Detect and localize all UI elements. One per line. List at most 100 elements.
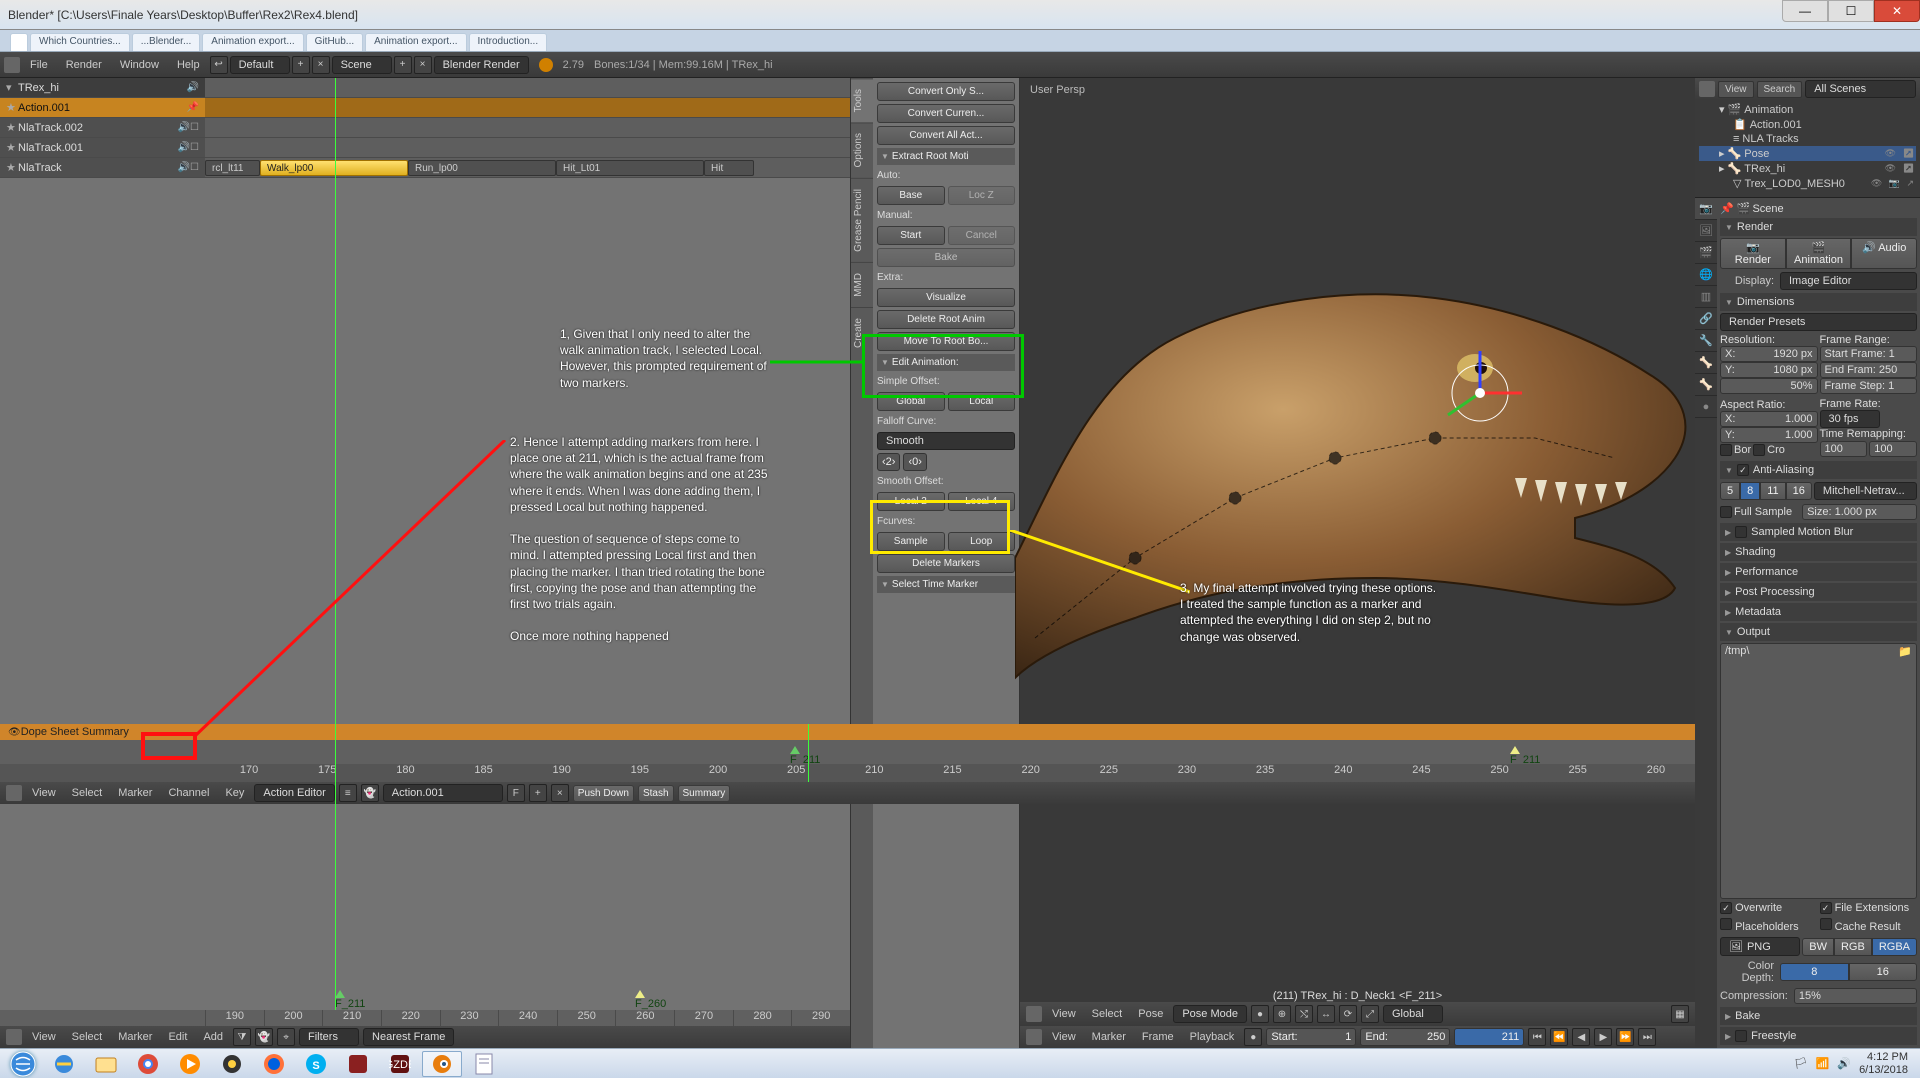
shading-panel[interactable]: Shading (1720, 543, 1917, 561)
aspect-x[interactable]: X:1.000 (1720, 411, 1818, 427)
task-gear[interactable] (212, 1051, 252, 1077)
seg-a-field[interactable]: ‹2› (877, 453, 900, 471)
pose-menu[interactable]: Pose (1132, 1006, 1169, 1022)
browser-tab[interactable]: Animation export... (202, 33, 303, 51)
outliner-item[interactable]: ▽Trex_LOD0_MESH0👁 📷 ↗ (1699, 176, 1916, 191)
convert-current-button[interactable]: Convert Curren... (877, 104, 1015, 123)
res-x-field[interactable]: X:1920 px (1720, 346, 1818, 362)
task-skype[interactable]: S (296, 1051, 336, 1077)
speaker-icon[interactable]: 🔊☐ (178, 122, 199, 133)
orientation-dropdown[interactable]: Global (1383, 1005, 1443, 1023)
aa-filter[interactable]: Mitchell-Netrav... (1814, 482, 1917, 500)
aa-panel[interactable]: Anti-Aliasing (1720, 461, 1917, 479)
nla-track-row[interactable]: ★NlaTrack.002🔊☐ (0, 118, 205, 138)
task-firefox[interactable] (254, 1051, 294, 1077)
proptab-layers[interactable]: 🖼 (1695, 220, 1717, 242)
rotate-icon[interactable]: ⟳ (1339, 1005, 1357, 1023)
task-ie[interactable] (44, 1051, 84, 1077)
aa-8[interactable]: 8 (1740, 482, 1760, 500)
snap-dropdown[interactable]: Nearest Frame (363, 1028, 454, 1046)
proptab-material[interactable]: ● (1695, 396, 1717, 418)
performance-panel[interactable]: Performance (1720, 563, 1917, 581)
tl-marker[interactable]: Marker (1086, 1029, 1132, 1045)
proptab-constraints[interactable]: 🔗 (1695, 308, 1717, 330)
depth-8[interactable]: 8 (1780, 963, 1849, 981)
play-rev-icon[interactable]: ◀ (1572, 1028, 1590, 1046)
res-pct-field[interactable]: 50% (1720, 378, 1818, 394)
metadata-panel[interactable]: Metadata (1720, 603, 1917, 621)
nla-strip[interactable]: Hit_Lt01 (556, 160, 704, 176)
dope-marker-2[interactable]: F_211 (1510, 746, 1540, 766)
audio-button[interactable]: 🔊 Audio (1851, 238, 1917, 269)
shading-solid-icon[interactable]: ● (1251, 1005, 1269, 1023)
translate-icon[interactable]: ↔ (1317, 1005, 1335, 1023)
start-frame-field[interactable]: Start Frame: 1 (1820, 346, 1918, 362)
tooltab-mmd[interactable]: MMD (851, 262, 873, 307)
del-layout[interactable]: × (312, 56, 330, 74)
dope-key[interactable]: Key (219, 785, 250, 801)
browser-tab[interactable]: ...Blender... (132, 33, 201, 51)
tl-playback[interactable]: Playback (1184, 1029, 1241, 1045)
speaker-icon[interactable]: 🔊☐ (178, 162, 199, 173)
layers-icon[interactable]: ▦ (1671, 1005, 1689, 1023)
tray-clock[interactable]: 4:12 PM 6/13/2018 (1859, 1051, 1908, 1075)
task-chrome[interactable] (128, 1051, 168, 1077)
rgba-button[interactable]: RGBA (1872, 938, 1917, 956)
autokey-icon[interactable]: ● (1244, 1028, 1262, 1046)
nla-action-row[interactable]: ★Action.001📌 (0, 98, 205, 118)
scene-dropdown[interactable]: Scene (332, 56, 392, 74)
mode-dropdown[interactable]: Pose Mode (1173, 1005, 1247, 1023)
editor-type-icon[interactable] (1699, 81, 1715, 97)
play-icon[interactable]: ▶ (1594, 1028, 1612, 1046)
nla-menu-select[interactable]: Select (66, 1029, 109, 1045)
aa-11[interactable]: 11 (1760, 482, 1785, 500)
select-menu[interactable]: Select (1086, 1006, 1129, 1022)
browser-tab[interactable]: GitHub... (306, 33, 363, 51)
start-button[interactable] (4, 1051, 42, 1077)
outliner-item[interactable]: 📋Action.001 (1699, 117, 1916, 132)
editor-type-icon[interactable] (6, 1029, 22, 1045)
manipulator-icon[interactable]: ⤭ (1295, 1005, 1313, 1023)
timeline-marker[interactable]: F_260 (635, 990, 666, 1010)
stash[interactable]: Stash (638, 785, 674, 802)
bake-button[interactable]: Bake (877, 248, 1015, 267)
output-panel[interactable]: Output (1720, 623, 1917, 641)
render-button[interactable]: 📷 Render (1720, 238, 1786, 269)
dope-marker[interactable]: Marker (112, 785, 158, 801)
outliner-search[interactable]: Search (1757, 81, 1803, 98)
overwrite-check[interactable] (1720, 902, 1732, 914)
add-layout[interactable]: + (292, 56, 310, 74)
tray-network-icon[interactable]: 📶 (1816, 1057, 1830, 1070)
ghost-icon[interactable]: 👻 (255, 1028, 273, 1046)
aa-size[interactable]: Size: 1.000 px (1802, 504, 1917, 520)
pin-icon[interactable]: 📌 (187, 102, 199, 113)
speaker-icon[interactable]: 🔊 (187, 82, 199, 93)
proptab-world[interactable]: 🌐 (1695, 264, 1717, 286)
window-maximize[interactable]: ☐ (1828, 0, 1874, 22)
push-down[interactable]: Push Down (573, 785, 634, 802)
dope-action[interactable]: Action.001 (383, 784, 503, 802)
nla-menu-view[interactable]: View (26, 1029, 62, 1045)
outliner-item[interactable]: ≡NLA Tracks (1699, 132, 1916, 146)
start-frame-field[interactable]: Start:1 (1266, 1028, 1356, 1046)
window-minimize[interactable]: — (1782, 0, 1828, 22)
animation-button[interactable]: 🎬 Animation (1786, 238, 1852, 269)
nla-strip[interactable]: rcl_lt11 (205, 160, 260, 176)
proptab-bone[interactable]: 🦴 (1695, 374, 1717, 396)
convert-only-button[interactable]: Convert Only S... (877, 82, 1015, 101)
browser-tab[interactable]: Which Countries... (30, 33, 130, 51)
cancel-button[interactable]: Cancel (948, 226, 1016, 245)
current-frame-field[interactable]: 211 (1454, 1028, 1524, 1046)
post-panel[interactable]: Post Processing (1720, 583, 1917, 601)
unlink-action[interactable]: × (551, 784, 569, 802)
dope-view[interactable]: View (26, 785, 62, 801)
tl-view[interactable]: View (1046, 1029, 1082, 1045)
smb-panel[interactable]: Sampled Motion Blur (1720, 523, 1917, 541)
summary-button[interactable]: Summary (678, 785, 731, 802)
back-to-previous[interactable]: ↩ (210, 56, 228, 74)
display-dropdown[interactable]: Image Editor (1780, 272, 1917, 290)
task-gzdb[interactable]: GZDB (380, 1051, 420, 1077)
outliner-item[interactable]: ▾ 🎬Animation (1699, 102, 1916, 117)
seg-b-field[interactable]: ‹0› (903, 453, 926, 471)
rgb-button[interactable]: RGB (1834, 938, 1872, 956)
